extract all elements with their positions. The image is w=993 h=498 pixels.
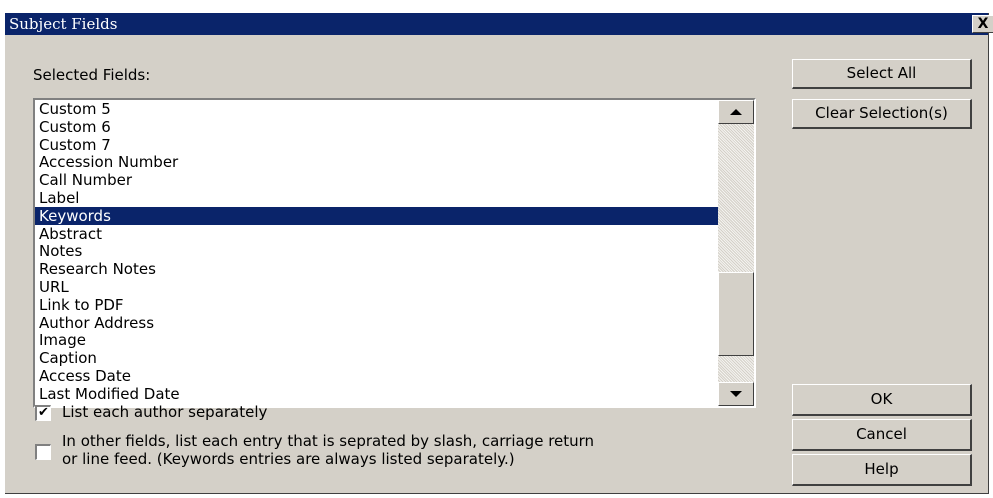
- list-item[interactable]: Last Modified Date: [35, 385, 718, 403]
- list-item[interactable]: Access Date: [35, 367, 718, 385]
- title-bar[interactable]: Subject Fields X: [5, 13, 993, 35]
- list-item[interactable]: Custom 5: [35, 100, 718, 118]
- list-item[interactable]: Author Address: [35, 314, 718, 332]
- scroll-thumb[interactable]: [718, 272, 754, 356]
- list-item[interactable]: URL: [35, 278, 718, 296]
- checkmark-icon: ✔: [38, 405, 49, 420]
- list-entries-checkbox[interactable]: [35, 444, 51, 460]
- list-item[interactable]: Notes: [35, 242, 718, 260]
- list-item[interactable]: Abstract: [35, 225, 718, 243]
- list-item[interactable]: Caption: [35, 349, 718, 367]
- arrow-up-icon: [730, 109, 742, 115]
- list-item[interactable]: Custom 6: [35, 118, 718, 136]
- ok-button[interactable]: OK: [792, 384, 972, 416]
- cancel-button[interactable]: Cancel: [792, 419, 972, 451]
- list-item[interactable]: Custom 7: [35, 136, 718, 154]
- arrow-down-icon: [730, 391, 742, 397]
- list-item[interactable]: Image: [35, 331, 718, 349]
- clear-selection-button[interactable]: Clear Selection(s): [792, 99, 972, 129]
- list-entries-label-line2: or line feed. (Keywords entries are alwa…: [62, 450, 515, 468]
- subject-fields-dialog: Subject Fields X Selected Fields: Custom…: [5, 13, 993, 494]
- close-icon: X: [977, 16, 989, 32]
- selected-fields-listbox[interactable]: Custom 5 Custom 6 Custom 7 Accession Number…: [33, 98, 756, 408]
- list-authors-label: List each author separately: [62, 403, 268, 421]
- list-item[interactable]: Call Number: [35, 171, 718, 189]
- select-all-button[interactable]: Select All: [792, 59, 972, 89]
- scroll-up-button[interactable]: [718, 100, 754, 124]
- list-item[interactable]: Accession Number: [35, 153, 718, 171]
- dialog-title: Subject Fields: [9, 15, 118, 33]
- list-items-container: Custom 5 Custom 6 Custom 7 Accession Number…: [35, 100, 718, 406]
- list-item[interactable]: Keywords: [35, 206, 718, 225]
- list-item[interactable]: Label: [35, 189, 718, 207]
- list-entries-label-line1: In other fields, list each entry that is…: [62, 432, 595, 450]
- list-item[interactable]: Link to PDF: [35, 296, 718, 314]
- selected-fields-label: Selected Fields:: [33, 66, 151, 84]
- list-item[interactable]: Research Notes: [35, 260, 718, 278]
- list-authors-checkbox[interactable]: ✔: [35, 405, 51, 421]
- help-button[interactable]: Help: [792, 454, 972, 486]
- vertical-scrollbar[interactable]: [718, 100, 754, 406]
- scroll-down-button[interactable]: [718, 382, 754, 406]
- close-button[interactable]: X: [972, 15, 993, 33]
